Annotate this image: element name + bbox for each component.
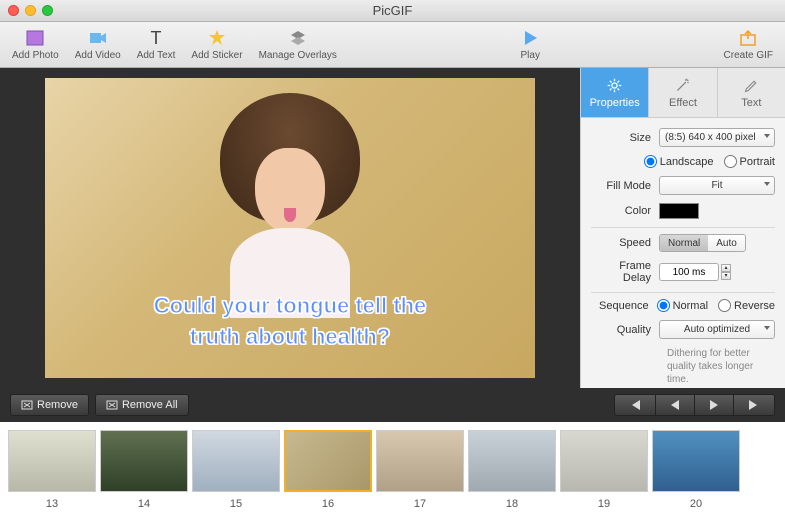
next-icon: [709, 400, 719, 410]
caption-text[interactable]: Could your tongue tell the truth about h…: [154, 291, 427, 378]
quality-label: Quality: [591, 324, 659, 336]
tab-text[interactable]: Text: [718, 68, 785, 118]
main-area: Could your tongue tell the truth about h…: [0, 68, 785, 388]
quality-hint: Dithering for better quality takes longe…: [591, 347, 775, 386]
thumbnail[interactable]: [100, 430, 188, 492]
size-label: Size: [591, 132, 659, 144]
first-frame-button[interactable]: [614, 394, 655, 416]
thumbnail[interactable]: [8, 430, 96, 492]
frame-number: 14: [138, 498, 150, 510]
thumbnail[interactable]: [376, 430, 464, 492]
app-title: PicGIF: [0, 3, 785, 18]
prev-frame-button[interactable]: [655, 394, 694, 416]
play-button[interactable]: Play: [510, 26, 550, 63]
add-photo-button[interactable]: Add Photo: [8, 26, 63, 63]
frame-13[interactable]: 13: [6, 430, 98, 520]
play-icon: [520, 28, 540, 48]
photo-icon: [25, 28, 45, 48]
frame-number: 16: [322, 498, 334, 510]
subject-image: [200, 93, 380, 293]
frame-15[interactable]: 15: [190, 430, 282, 520]
framedelay-label: Frame Delay: [591, 260, 659, 284]
nav-buttons: [614, 394, 775, 416]
frame-number: 15: [230, 498, 242, 510]
thumbnail[interactable]: [284, 430, 372, 492]
frame-19[interactable]: 19: [558, 430, 650, 520]
last-icon: [748, 400, 760, 410]
prev-icon: [670, 400, 680, 410]
quality-select[interactable]: Auto optimized: [659, 320, 775, 339]
thumbnail[interactable]: [192, 430, 280, 492]
fillmode-label: Fill Mode: [591, 180, 659, 192]
preview-pane: Could your tongue tell the truth about h…: [0, 68, 580, 388]
text-icon: T: [146, 28, 166, 48]
speed-auto[interactable]: Auto: [708, 235, 745, 251]
remove-button[interactable]: Remove: [10, 394, 89, 416]
last-frame-button[interactable]: [733, 394, 775, 416]
frame-number: 19: [598, 498, 610, 510]
speed-normal[interactable]: Normal: [660, 235, 708, 251]
speed-segment[interactable]: Normal Auto: [659, 234, 746, 252]
remove-all-icon: [106, 399, 118, 411]
frame-number: 13: [46, 498, 58, 510]
frame-20[interactable]: 20: [650, 430, 742, 520]
thumbnail[interactable]: [652, 430, 740, 492]
video-icon: [88, 28, 108, 48]
next-frame-button[interactable]: [694, 394, 733, 416]
framedelay-stepper[interactable]: ▴▾: [721, 264, 731, 280]
add-text-button[interactable]: T Add Text: [133, 26, 180, 63]
fillmode-select[interactable]: Fit: [659, 176, 775, 195]
framedelay-input[interactable]: [659, 263, 719, 281]
frame-17[interactable]: 17: [374, 430, 466, 520]
tab-properties[interactable]: Properties: [581, 68, 649, 118]
color-swatch[interactable]: [659, 203, 699, 219]
add-sticker-button[interactable]: Add Sticker: [187, 26, 246, 63]
toolbar: Add Photo Add Video T Add Text Add Stick…: [0, 22, 785, 68]
control-bar: Remove Remove All: [0, 388, 785, 422]
sequence-label: Sequence: [591, 300, 657, 312]
frame-number: 20: [690, 498, 702, 510]
frame-number: 18: [506, 498, 518, 510]
remove-icon: [21, 399, 33, 411]
size-select[interactable]: (8:5) 640 x 400 pixel: [659, 128, 775, 147]
portrait-radio[interactable]: Portrait: [724, 155, 775, 168]
add-video-button[interactable]: Add Video: [71, 26, 125, 63]
properties-panel: Size (8:5) 640 x 400 pixel Landscape Por…: [581, 118, 785, 396]
frame-number: 17: [414, 498, 426, 510]
edit-icon: [743, 77, 760, 94]
titlebar: PicGIF: [0, 0, 785, 22]
frame-18[interactable]: 18: [466, 430, 558, 520]
gear-icon: [606, 77, 623, 94]
create-gif-button[interactable]: Create GIF: [720, 26, 777, 63]
orientation-group: Landscape Portrait: [644, 155, 775, 168]
remove-all-button[interactable]: Remove All: [95, 394, 189, 416]
speed-label: Speed: [591, 237, 659, 249]
sticker-icon: [207, 28, 227, 48]
canvas[interactable]: Could your tongue tell the truth about h…: [45, 78, 535, 378]
thumbnail[interactable]: [560, 430, 648, 492]
export-icon: [738, 28, 758, 48]
landscape-radio[interactable]: Landscape: [644, 155, 714, 168]
sidebar-tabs: Properties Effect Text: [581, 68, 785, 118]
frame-16[interactable]: 16: [282, 430, 374, 520]
wand-icon: [674, 77, 691, 94]
manage-overlays-button[interactable]: Manage Overlays: [255, 26, 341, 63]
svg-text:T: T: [151, 28, 162, 48]
thumbnail[interactable]: [468, 430, 556, 492]
color-label: Color: [591, 205, 659, 217]
sequence-group: Normal Reverse: [657, 299, 775, 312]
first-icon: [629, 400, 641, 410]
frame-14[interactable]: 14: [98, 430, 190, 520]
properties-sidebar: Properties Effect Text Size (8:5) 640 x …: [580, 68, 785, 388]
tab-effect[interactable]: Effect: [649, 68, 717, 118]
timeline[interactable]: 13 14 15 16 17 18 19 20: [0, 422, 785, 520]
seq-normal-radio[interactable]: Normal: [657, 299, 708, 312]
layers-icon: [288, 28, 308, 48]
seq-reverse-radio[interactable]: Reverse: [718, 299, 775, 312]
